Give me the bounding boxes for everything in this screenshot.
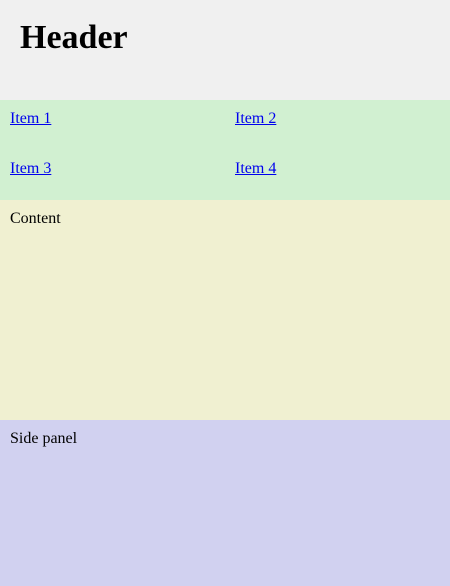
- nav-item-4[interactable]: Item 4: [225, 150, 450, 200]
- side-panel: Side panel: [0, 420, 450, 586]
- nav-item-1[interactable]: Item 1: [0, 100, 225, 150]
- page: Header Item 1 Item 2 Item 3 Item 4 Conte…: [0, 0, 450, 586]
- page-title: Header: [20, 19, 128, 56]
- nav-item-3[interactable]: Item 3: [0, 150, 225, 200]
- side-panel-text: Side panel: [10, 430, 78, 447]
- nav-item-2[interactable]: Item 2: [225, 100, 450, 150]
- nav-grid: Item 1 Item 2 Item 3 Item 4: [0, 100, 450, 200]
- content-area: Content: [0, 200, 450, 420]
- content-text: Content: [10, 210, 61, 227]
- header: Header: [0, 0, 450, 100]
